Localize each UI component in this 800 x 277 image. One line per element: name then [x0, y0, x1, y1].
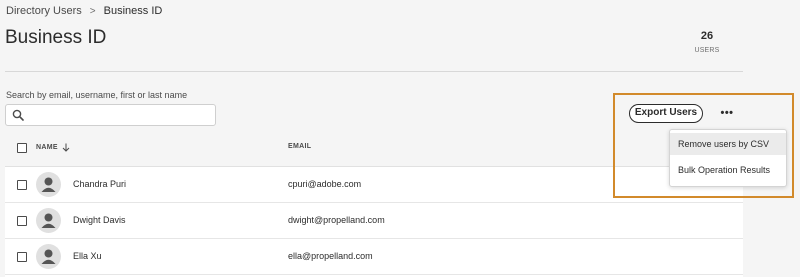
user-count: 26 USERS — [690, 30, 724, 54]
avatar — [36, 172, 61, 197]
search-icon — [12, 109, 24, 121]
search-label: Search by email, username, first or last… — [6, 90, 188, 100]
user-table: Chandra Puri cpuri@adobe.com Dwight Davi… — [5, 166, 743, 277]
table-header: NAME EMAIL — [5, 132, 743, 164]
column-header-email[interactable]: EMAIL — [288, 143, 311, 150]
breadcrumb-link-directory-users[interactable]: Directory Users — [6, 5, 82, 17]
user-name[interactable]: Ella Xu — [73, 251, 102, 261]
user-name[interactable]: Dwight Davis — [73, 215, 126, 225]
user-count-label: USERS — [694, 47, 720, 54]
page-title: Business ID — [5, 27, 107, 48]
menu-item-bulk-operation-results[interactable]: Bulk Operation Results — [670, 159, 786, 181]
table-row[interactable]: Ella Xu ella@propelland.com — [5, 239, 743, 275]
user-email: cpuri@adobe.com — [288, 179, 362, 189]
menu-item-remove-users-by-csv[interactable]: Remove users by CSV — [670, 133, 786, 155]
avatar — [36, 208, 61, 233]
user-name[interactable]: Chandra Puri — [73, 179, 126, 189]
table-row[interactable]: Dwight Davis dwight@propelland.com — [5, 203, 743, 239]
divider — [5, 71, 743, 72]
export-users-button[interactable]: Export Users — [629, 104, 703, 123]
breadcrumb-separator: > — [89, 5, 96, 17]
arrow-down-icon — [62, 143, 70, 152]
user-email: ella@propelland.com — [288, 251, 373, 261]
more-actions-menu: Remove users by CSV Bulk Operation Resul… — [669, 129, 787, 187]
breadcrumb-current: Business ID — [103, 5, 163, 17]
search-input[interactable] — [30, 107, 214, 124]
row-checkbox[interactable] — [17, 216, 27, 226]
user-avatar-icon — [41, 213, 56, 228]
user-avatar-icon — [41, 177, 56, 192]
user-email: dwight@propelland.com — [288, 215, 385, 225]
search-box[interactable] — [5, 104, 216, 126]
column-header-name-label: NAME — [36, 144, 58, 151]
breadcrumb: Directory Users > Business ID — [6, 5, 162, 17]
row-checkbox[interactable] — [17, 252, 27, 262]
more-actions-button[interactable]: ••• — [717, 107, 737, 121]
row-checkbox[interactable] — [17, 180, 27, 190]
column-header-name[interactable]: NAME — [36, 143, 70, 152]
user-count-value: 26 — [700, 30, 714, 42]
select-all-checkbox[interactable] — [17, 143, 27, 153]
avatar — [36, 244, 61, 269]
user-avatar-icon — [41, 249, 56, 264]
table-row[interactable]: Chandra Puri cpuri@adobe.com — [5, 167, 743, 203]
